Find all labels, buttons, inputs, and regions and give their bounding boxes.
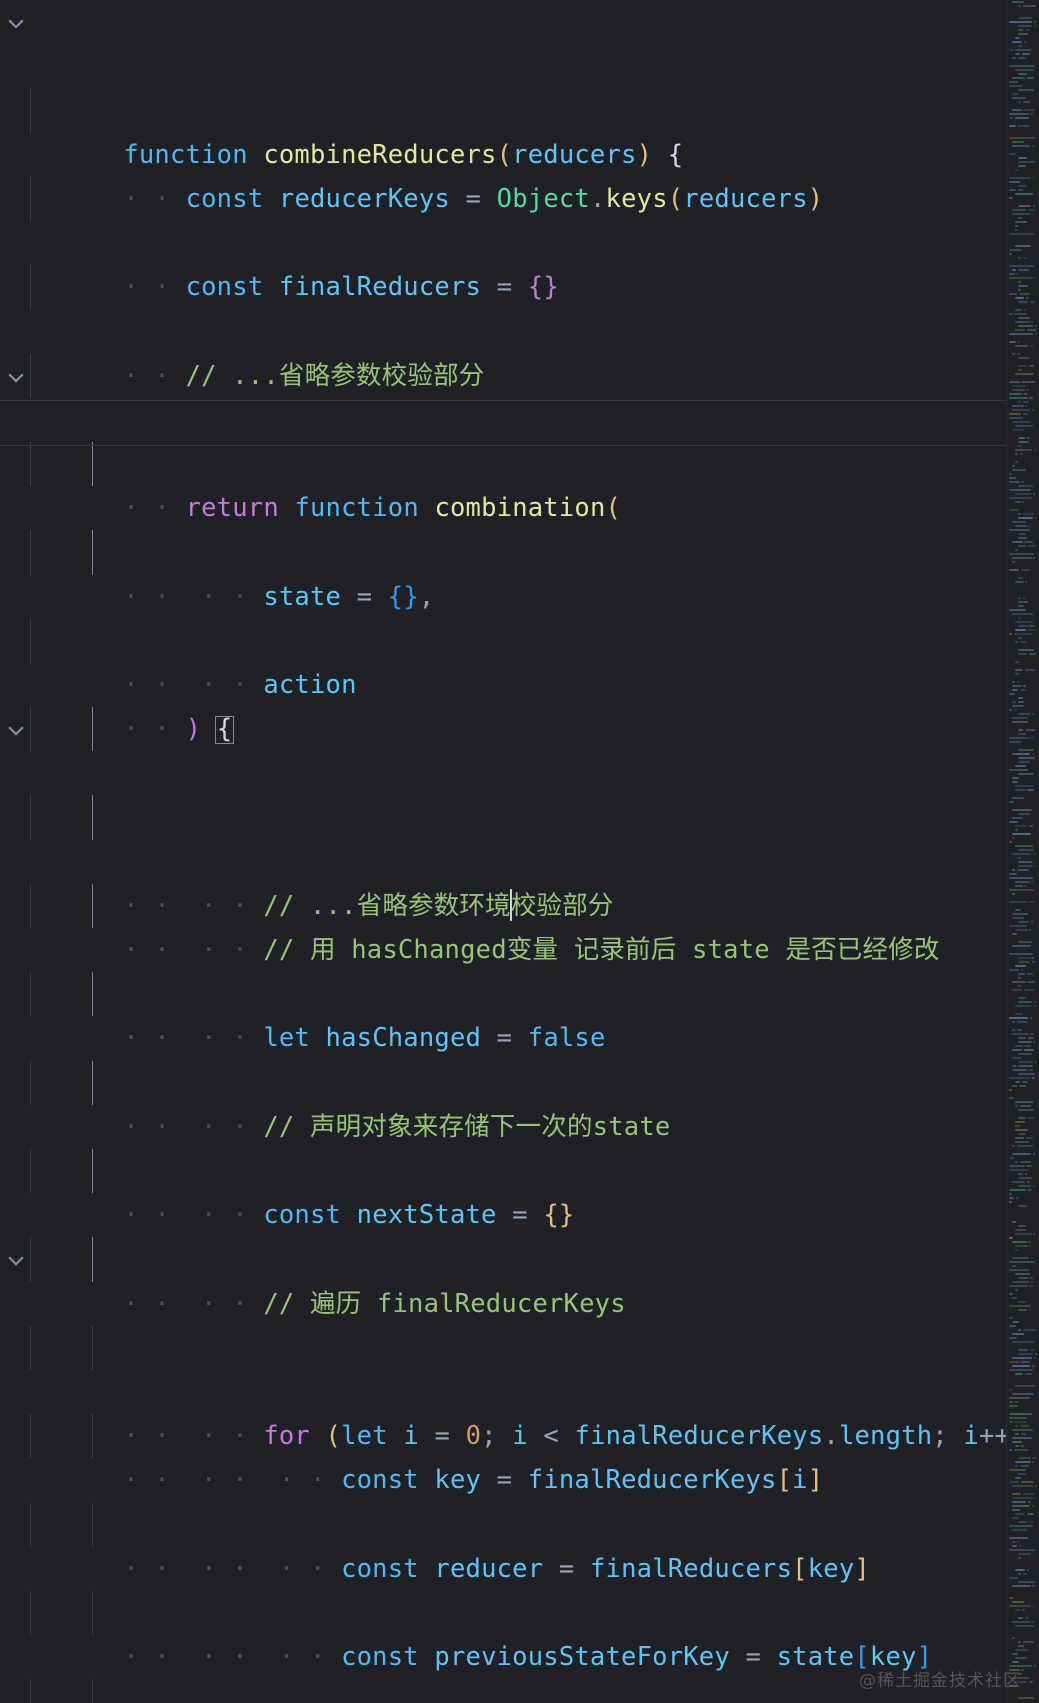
code-text: · · // ...省略参数校验部分 xyxy=(123,360,485,391)
indent-guide-active xyxy=(92,1237,93,1282)
indent-guide xyxy=(30,1414,31,1459)
code-text: · · · · // 声明对象来存储下一次的state xyxy=(123,1111,671,1142)
indent-guide xyxy=(30,618,31,663)
code-text: · · · · // 遍历 finalReducerKeys xyxy=(123,1288,626,1319)
indent-guide xyxy=(30,176,31,221)
text-cursor xyxy=(509,888,512,921)
code-line[interactable]: · · ) { xyxy=(0,618,1007,744)
code-line[interactable]: · · · · const nextState = {} xyxy=(0,1060,1007,1230)
indent-guide xyxy=(30,1679,31,1703)
fold-chevron-open-icon[interactable] xyxy=(2,0,30,44)
code-line[interactable]: · · · · // 遍历 finalReducerKeys xyxy=(0,1149,1007,1319)
indent-guide xyxy=(30,883,31,929)
indent-guide-active xyxy=(92,883,93,929)
indent-guide xyxy=(30,353,31,398)
indent-guide xyxy=(92,1414,93,1459)
code-line[interactable]: · · · · // 声明对象来存储下一次的state xyxy=(0,972,1007,1142)
code-line[interactable]: · · · · state = {}, xyxy=(0,441,1007,612)
watermark: @稀土掘金技术社区 xyxy=(859,1671,1021,1691)
code-line[interactable]: · · · · · · // 执行reducer xyxy=(0,1590,1007,1636)
indent-guide-active xyxy=(92,972,93,1017)
code-content-area[interactable]: function combineReducers(reducers) { · ·… xyxy=(0,0,1007,1703)
indent-guide xyxy=(30,972,31,1017)
indent-guide-active xyxy=(92,1149,93,1194)
indent-guide xyxy=(30,265,31,310)
code-text: function combineReducers(reducers) { xyxy=(123,139,684,170)
fold-chevron-open-icon[interactable] xyxy=(2,707,30,751)
code-text: · · · · for (let i = 0; i < finalReducer… xyxy=(123,1421,1007,1452)
indent-guide xyxy=(30,1060,31,1105)
code-line[interactable]: · · · · · · const key = finalReducerKeys… xyxy=(0,1325,1007,1495)
code-line[interactable]: · · · · · · const nextStateForKey = redu… xyxy=(0,1679,1007,1703)
code-text: · · return function combination( xyxy=(123,493,622,524)
indent-guide xyxy=(30,1237,31,1282)
indent-guide-active xyxy=(92,1060,93,1105)
code-text: · · · · · · const key = finalReducerKeys… xyxy=(123,1465,824,1496)
code-text: · · · · · · const previousStateForKey = … xyxy=(123,1642,933,1673)
indent-guide xyxy=(30,530,31,575)
indent-guide xyxy=(30,707,31,752)
bracket-match-highlight: { xyxy=(214,714,235,745)
code-line[interactable]: · · · · for (let i = 0; i < finalReducer… xyxy=(0,1237,1007,1451)
code-text: · · · · // 用 hasChanged变量 记录前后 state 是否已… xyxy=(123,935,940,966)
code-text: · · · · action xyxy=(123,669,357,700)
indent-guide xyxy=(30,1149,31,1194)
code-text: · · const finalReducers = {} xyxy=(123,272,559,303)
code-text: · · · · state = {}, xyxy=(123,581,435,612)
code-editor[interactable]: function combineReducers(reducers) { · ·… xyxy=(0,0,1039,1703)
code-text: · · · · · · const reducer = finalReducer… xyxy=(123,1553,870,1584)
fold-chevron-open-icon[interactable] xyxy=(2,1237,30,1281)
indent-guide-active xyxy=(92,707,93,752)
indent-guide xyxy=(92,1679,93,1703)
indent-guide-active xyxy=(92,530,93,575)
fold-chevron-open-icon[interactable] xyxy=(2,354,30,398)
code-text: · · ) { xyxy=(123,714,235,745)
minimap[interactable] xyxy=(1007,0,1039,1703)
scroll-decoration-top xyxy=(0,400,1007,401)
code-line[interactable]: function combineReducers(reducers) { xyxy=(0,0,1007,170)
indent-guide xyxy=(30,1502,31,1547)
indent-guide xyxy=(92,1502,93,1547)
code-text: · · const reducerKeys = Object.keys(redu… xyxy=(123,183,824,214)
indent-guide xyxy=(92,1590,93,1636)
code-text: · · · · let hasChanged = false xyxy=(123,1023,606,1054)
code-text: · · · · const nextState = {} xyxy=(123,1200,575,1231)
minimap-rows xyxy=(1007,0,1039,1700)
scroll-decoration-bottom xyxy=(0,445,1007,446)
code-line[interactable]: · · · · // 用 hasChanged变量 记录前后 state 是否已… xyxy=(0,795,1007,965)
code-line[interactable]: · · · · action xyxy=(0,530,1007,700)
code-line[interactable]: · · const reducerKeys = Object.keys(redu… xyxy=(0,88,1007,214)
code-line[interactable]: · · · · · · const previousStateForKey = … xyxy=(0,1502,1007,1672)
indent-guide xyxy=(30,1590,31,1636)
code-text: · · · · // ...省略参数环境校验部分 xyxy=(123,888,614,921)
